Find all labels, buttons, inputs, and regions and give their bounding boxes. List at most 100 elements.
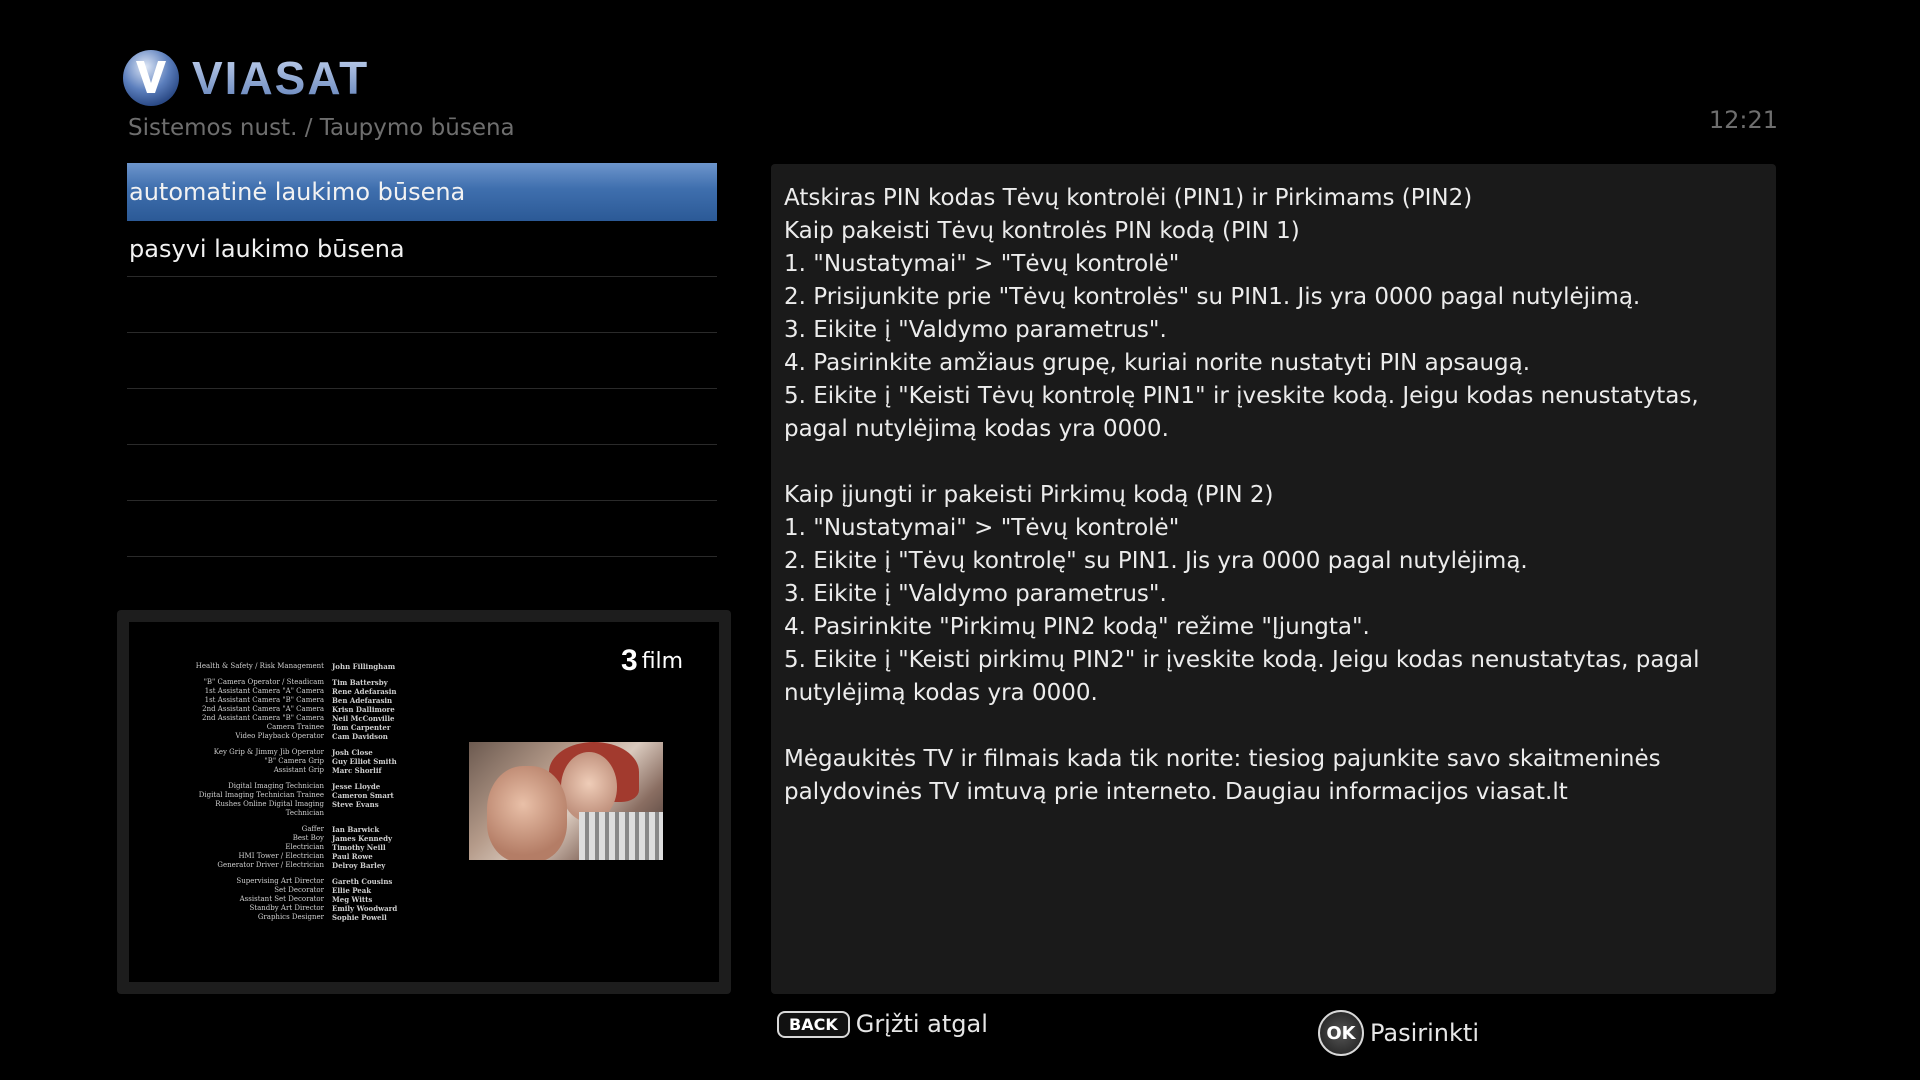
info-line: Mėgaukitės TV ir filmais kada tik norite… [784, 746, 1661, 805]
ok-key-icon: OK [1318, 1010, 1364, 1056]
channel-name: film [641, 648, 684, 674]
credit-name: Rene Adefarasin [332, 687, 397, 696]
credit-name: Tom Carpenter [332, 723, 391, 732]
credit-role: Digital Imaging Technician [228, 782, 324, 790]
back-key-icon: BACK [777, 1010, 850, 1038]
back-button[interactable]: BACK Grįžti atgal [777, 1010, 988, 1038]
info-line: 2. Eikite į "Tėvų kontrolę" su PIN1. Jis… [784, 548, 1528, 574]
credit-role: Supervising Art Director [236, 877, 324, 885]
credit-row: Set Decorator Ellie Peak [179, 886, 419, 895]
credit-row: Health & Safety / Risk Management John Fi… [179, 662, 419, 671]
credit-name: Delroy Barley [332, 861, 386, 870]
info-spacer [784, 710, 1769, 743]
credit-spacer [179, 671, 419, 678]
info-line: 4. Pasirinkite amžiaus grupę, kuriai nor… [784, 350, 1531, 376]
info-line: 4. Pasirinkite "Pirkimų PIN2 kodą" režim… [784, 614, 1370, 640]
info-panel: Atskiras PIN kodas Tėvų kontrolėi (PIN1)… [771, 164, 1776, 994]
credit-role: Health & Safety / Risk Management [195, 662, 324, 670]
credit-spacer [179, 775, 419, 782]
credit-row: HMI Tower / Electrician Paul Rowe [179, 852, 419, 861]
credit-row: Supervising Art Director Gareth Cousins [179, 877, 419, 886]
info-line: 3. Eikite į "Valdymo parametrus". [784, 317, 1167, 343]
info-line: Atskiras PIN kodas Tėvų kontrolėi (PIN1)… [784, 185, 1473, 211]
credit-name: James Kennedy [332, 834, 393, 843]
settings-menu: automatinė laukimo būsena pasyvi laukimo… [127, 163, 717, 558]
info-spacer [784, 446, 1769, 479]
credit-role: Video Playback Operator [235, 732, 324, 740]
credit-row: "B" Camera Operator / Steadicam Tim Batte… [179, 678, 419, 687]
credit-role: Assistant Set Decorator [239, 895, 324, 903]
credit-row: Camera Trainee Tom Carpenter [179, 723, 419, 732]
credit-role: Graphics Designer [257, 913, 324, 921]
menu-item-automatic-standby[interactable]: automatinė laukimo būsena [127, 163, 717, 221]
credit-spacer [179, 818, 419, 825]
credit-row: Digital Imaging Technician Jesse Lloyde [179, 782, 419, 791]
credit-spacer [179, 870, 419, 877]
credit-role: Rushes Online Digital Imaging Technician [215, 800, 324, 817]
clock: 12:21 [1708, 106, 1778, 134]
menu-item-empty [127, 334, 717, 389]
viasat-logo: VIASAT [122, 48, 369, 108]
menu-item-empty [127, 278, 717, 333]
credit-name: Ellie Peak [332, 886, 372, 895]
credit-role: 1st Assistant Camera "B" Camera [204, 696, 324, 704]
viasat-logo-icon [123, 50, 179, 106]
credit-name: Ben Adefarasin [332, 696, 393, 705]
credit-name: John Fillingham [332, 662, 396, 671]
menu-item-empty [127, 502, 717, 557]
credit-name: Marc Shorlif [332, 766, 382, 775]
credit-row: Key Grip & Jimmy Jib Operator Josh Close [179, 748, 419, 757]
credit-name: Emily Woodward [332, 904, 398, 913]
credit-row: Electrician Timothy Neill [179, 843, 419, 852]
credit-role: Digital Imaging Technician Trainee [198, 791, 324, 799]
credit-row: Assistant Grip Marc Shorlif [179, 766, 419, 775]
credit-row: Rushes Online Digital Imaging Technician… [179, 800, 419, 818]
breadcrumb: Sistemos nust. / Taupymo būsena [128, 115, 515, 141]
credit-row: Generator Driver / Electrician Delroy Bar… [179, 861, 419, 870]
brand-name: VIASAT [192, 52, 370, 104]
credit-name: Paul Rowe [332, 852, 373, 861]
credit-name: Timothy Neill [332, 843, 386, 852]
credit-name: Jesse Lloyde [332, 782, 381, 791]
info-text: Atskiras PIN kodas Tėvų kontrolėi (PIN1)… [784, 182, 1769, 809]
credit-name: Gareth Cousins [332, 877, 393, 886]
credit-role: 2nd Assistant Camera "B" Camera [202, 714, 324, 722]
back-label: Grįžti atgal [855, 1010, 988, 1038]
tv-preview-panel: Health & Safety / Risk Management John Fi… [117, 610, 731, 994]
menu-item-passive-standby[interactable]: pasyvi laukimo būsena [127, 222, 717, 277]
credit-name: Cam Davidson [332, 732, 388, 741]
credit-role: Standby Art Director [249, 904, 324, 912]
credit-role: Camera Trainee [266, 723, 324, 731]
credit-name: Tim Battersby [332, 678, 388, 687]
credit-row: 1st Assistant Camera "A" Camera Rene Adef… [179, 687, 419, 696]
credit-role: "B" Camera Operator / Steadicam [203, 678, 324, 686]
credit-name: Josh Close [332, 748, 373, 757]
channel-number: 3 [621, 644, 638, 677]
info-line: 1. "Nustatymai" > "Tėvų kontrolė" [784, 251, 1180, 277]
credit-role: Best Boy [292, 834, 324, 842]
credit-row: 2nd Assistant Camera "B" Camera Neil McCo… [179, 714, 419, 723]
credit-row: Digital Imaging Technician Trainee Camero… [179, 791, 419, 800]
credit-role: Gaffer [301, 825, 324, 833]
video-inset-image [469, 742, 663, 860]
credit-role: HMI Tower / Electrician [238, 852, 324, 860]
credit-name: Krisn Dallimore [332, 705, 395, 714]
credit-row: Graphics Designer Sophie Powell [179, 913, 419, 922]
credit-name: Neil McConville [332, 714, 395, 723]
credit-role: "B" Camera Grip [264, 757, 324, 765]
credit-name: Sophie Powell [332, 913, 387, 922]
menu-item-empty [127, 446, 717, 501]
tv-preview-screen: Health & Safety / Risk Management John Fi… [129, 622, 719, 982]
ok-button[interactable]: OK Pasirinkti [1318, 1010, 1479, 1056]
credit-row: Best Boy James Kennedy [179, 834, 419, 843]
info-line: 5. Eikite į "Keisti Tėvų kontrolę PIN1" … [784, 383, 1699, 442]
credit-row: "B" Camera Grip Guy Elliot Smith [179, 757, 419, 766]
credit-role: Key Grip & Jimmy Jib Operator [213, 748, 324, 756]
credit-role: 1st Assistant Camera "A" Camera [204, 687, 324, 695]
credit-name: Cameron Smart [332, 791, 394, 800]
credit-name: Guy Elliot Smith [332, 757, 397, 766]
info-line: 1. "Nustatymai" > "Tėvų kontrolė" [784, 515, 1180, 541]
credit-role: Electrician [285, 843, 324, 851]
credit-name: Meg Witts [332, 895, 373, 904]
credit-spacer [179, 741, 419, 748]
